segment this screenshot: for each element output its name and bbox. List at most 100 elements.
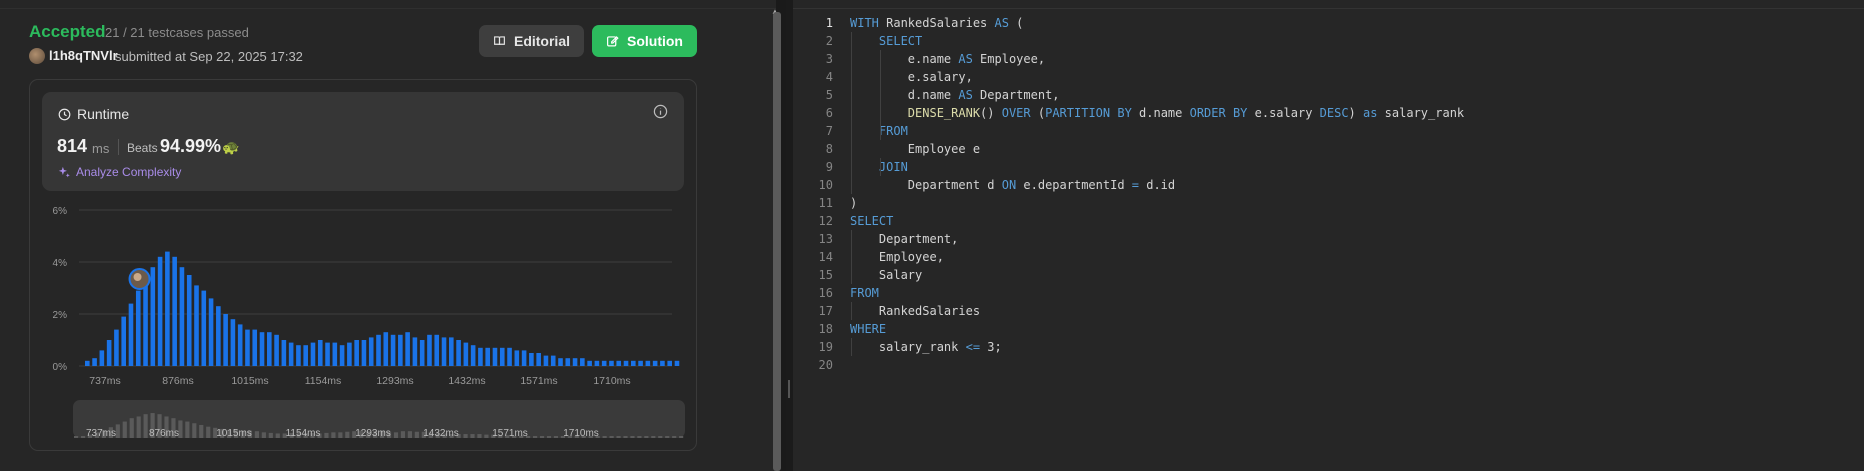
chart-bar[interactable]	[274, 334, 279, 366]
chart-bar[interactable]	[201, 290, 207, 366]
code-text[interactable]: FROM	[850, 122, 908, 140]
chart-bar[interactable]	[470, 345, 476, 366]
code-text[interactable]: d.name AS Department,	[850, 86, 1060, 104]
chart-bar[interactable]	[652, 360, 658, 366]
chart-bar[interactable]	[252, 329, 258, 366]
chart-bar[interactable]	[325, 342, 330, 366]
chart-bar[interactable]	[92, 358, 97, 366]
chart-bar[interactable]	[339, 345, 345, 366]
code-text[interactable]: SELECT	[850, 32, 922, 50]
panel-splitter[interactable]	[786, 0, 793, 471]
chart-bar[interactable]	[376, 334, 381, 366]
code-text[interactable]: WITH RankedSalaries AS (	[850, 14, 1023, 32]
chart-bar[interactable]	[645, 360, 651, 366]
chart-bar[interactable]	[536, 353, 541, 366]
chart-bar[interactable]	[405, 332, 410, 366]
chart-bar[interactable]	[223, 314, 228, 366]
chart-bar[interactable]	[572, 358, 578, 366]
code-text[interactable]: DENSE_RANK() OVER (PARTITION BY d.name O…	[850, 104, 1464, 122]
analyze-complexity-link[interactable]: Analyze Complexity	[58, 165, 181, 179]
code-text[interactable]: RankedSalaries	[850, 302, 980, 320]
chart-bar[interactable]	[310, 342, 316, 366]
chart-bar[interactable]	[609, 360, 614, 366]
chart-bar[interactable]	[347, 342, 352, 366]
chart-bar[interactable]	[106, 340, 112, 366]
chart-bar[interactable]	[317, 340, 323, 366]
code-text[interactable]: Department,	[850, 230, 958, 248]
chart-bar[interactable]	[383, 332, 389, 366]
chart-bar[interactable]	[543, 355, 549, 366]
chart-bar[interactable]	[267, 332, 272, 366]
chart-bar[interactable]	[565, 358, 571, 366]
chart-bar[interactable]	[361, 340, 367, 366]
chart-bar[interactable]	[303, 345, 308, 366]
chart-bar[interactable]	[623, 360, 629, 366]
chart-bar[interactable]	[259, 332, 265, 366]
chart-bar[interactable]	[419, 340, 425, 366]
chart-bar[interactable]	[216, 306, 221, 366]
chart-bar[interactable]	[550, 355, 556, 366]
chart-bar[interactable]	[601, 360, 607, 366]
chart-bar[interactable]	[449, 337, 454, 366]
chart-bar[interactable]	[230, 319, 236, 366]
chart-bar[interactable]	[179, 267, 185, 366]
chart-bar[interactable]	[237, 324, 243, 366]
chart-bar[interactable]	[507, 347, 512, 366]
chart-bar[interactable]	[412, 337, 418, 366]
chart-bar[interactable]	[434, 334, 440, 366]
code-text[interactable]: Employee e	[850, 140, 980, 158]
chart-bar[interactable]	[194, 285, 199, 366]
panel-scrollbar[interactable]	[773, 12, 781, 471]
chart-bar[interactable]	[121, 316, 126, 366]
code-text[interactable]: SELECT	[850, 212, 893, 230]
chart-bar[interactable]	[332, 342, 338, 366]
chart-bar[interactable]	[427, 334, 432, 366]
avatar[interactable]	[29, 48, 45, 64]
chart-bar[interactable]	[128, 303, 134, 366]
chart-bar[interactable]	[150, 267, 156, 366]
chart-bar[interactable]	[172, 256, 177, 366]
chart-bar[interactable]	[398, 334, 403, 366]
chart-bar[interactable]	[631, 360, 636, 366]
runtime-distribution-chart[interactable]: 6% 4% 2% 0% 737ms 876ms 1015ms 1154ms 1293ms 1432…	[40, 200, 680, 395]
chart-bar[interactable]	[296, 345, 301, 366]
info-icon[interactable]	[653, 104, 668, 119]
chart-bar[interactable]	[529, 353, 534, 366]
chart-bar[interactable]	[492, 347, 498, 366]
code-text[interactable]: e.salary,	[850, 68, 973, 86]
code-text[interactable]: JOIN	[850, 158, 908, 176]
chart-bar[interactable]	[580, 358, 585, 366]
code-text[interactable]: )	[850, 194, 857, 212]
editorial-button[interactable]: Editorial	[479, 25, 584, 57]
chart-bar[interactable]	[281, 340, 287, 366]
chart-bar[interactable]	[85, 360, 90, 366]
chart-bar[interactable]	[99, 350, 105, 366]
chart-bar[interactable]	[456, 340, 461, 366]
chart-bar[interactable]	[478, 347, 483, 366]
chart-bar[interactable]	[208, 298, 214, 366]
username-link[interactable]: l1h8qTNVlr	[49, 48, 118, 63]
chart-bar[interactable]	[288, 342, 294, 366]
code-text[interactable]: Salary	[850, 266, 922, 284]
chart-bar[interactable]	[354, 340, 359, 366]
chart-bar[interactable]	[594, 360, 600, 366]
chart-bar[interactable]	[667, 360, 672, 366]
chart-bar[interactable]	[135, 290, 141, 366]
chart-bar[interactable]	[186, 275, 192, 366]
code-text[interactable]: salary_rank <= 3;	[850, 338, 1002, 356]
chart-bar[interactable]	[521, 350, 527, 366]
chart-bar[interactable]	[638, 360, 643, 366]
chart-bar[interactable]	[587, 360, 592, 366]
code-text[interactable]: Department d ON e.departmentId = d.id	[850, 176, 1175, 194]
solution-button[interactable]: Solution	[592, 25, 697, 57]
chart-bar[interactable]	[245, 329, 250, 366]
chart-bar[interactable]	[157, 256, 163, 366]
chart-bar[interactable]	[390, 334, 396, 366]
code-text[interactable]: Employee,	[850, 248, 944, 266]
chart-bar[interactable]	[114, 329, 119, 366]
chart-bar[interactable]	[514, 350, 520, 366]
chart-bar[interactable]	[499, 347, 505, 366]
chart-bar[interactable]	[368, 337, 374, 366]
chart-bar[interactable]	[165, 251, 170, 366]
splitter-grip[interactable]	[788, 380, 790, 398]
